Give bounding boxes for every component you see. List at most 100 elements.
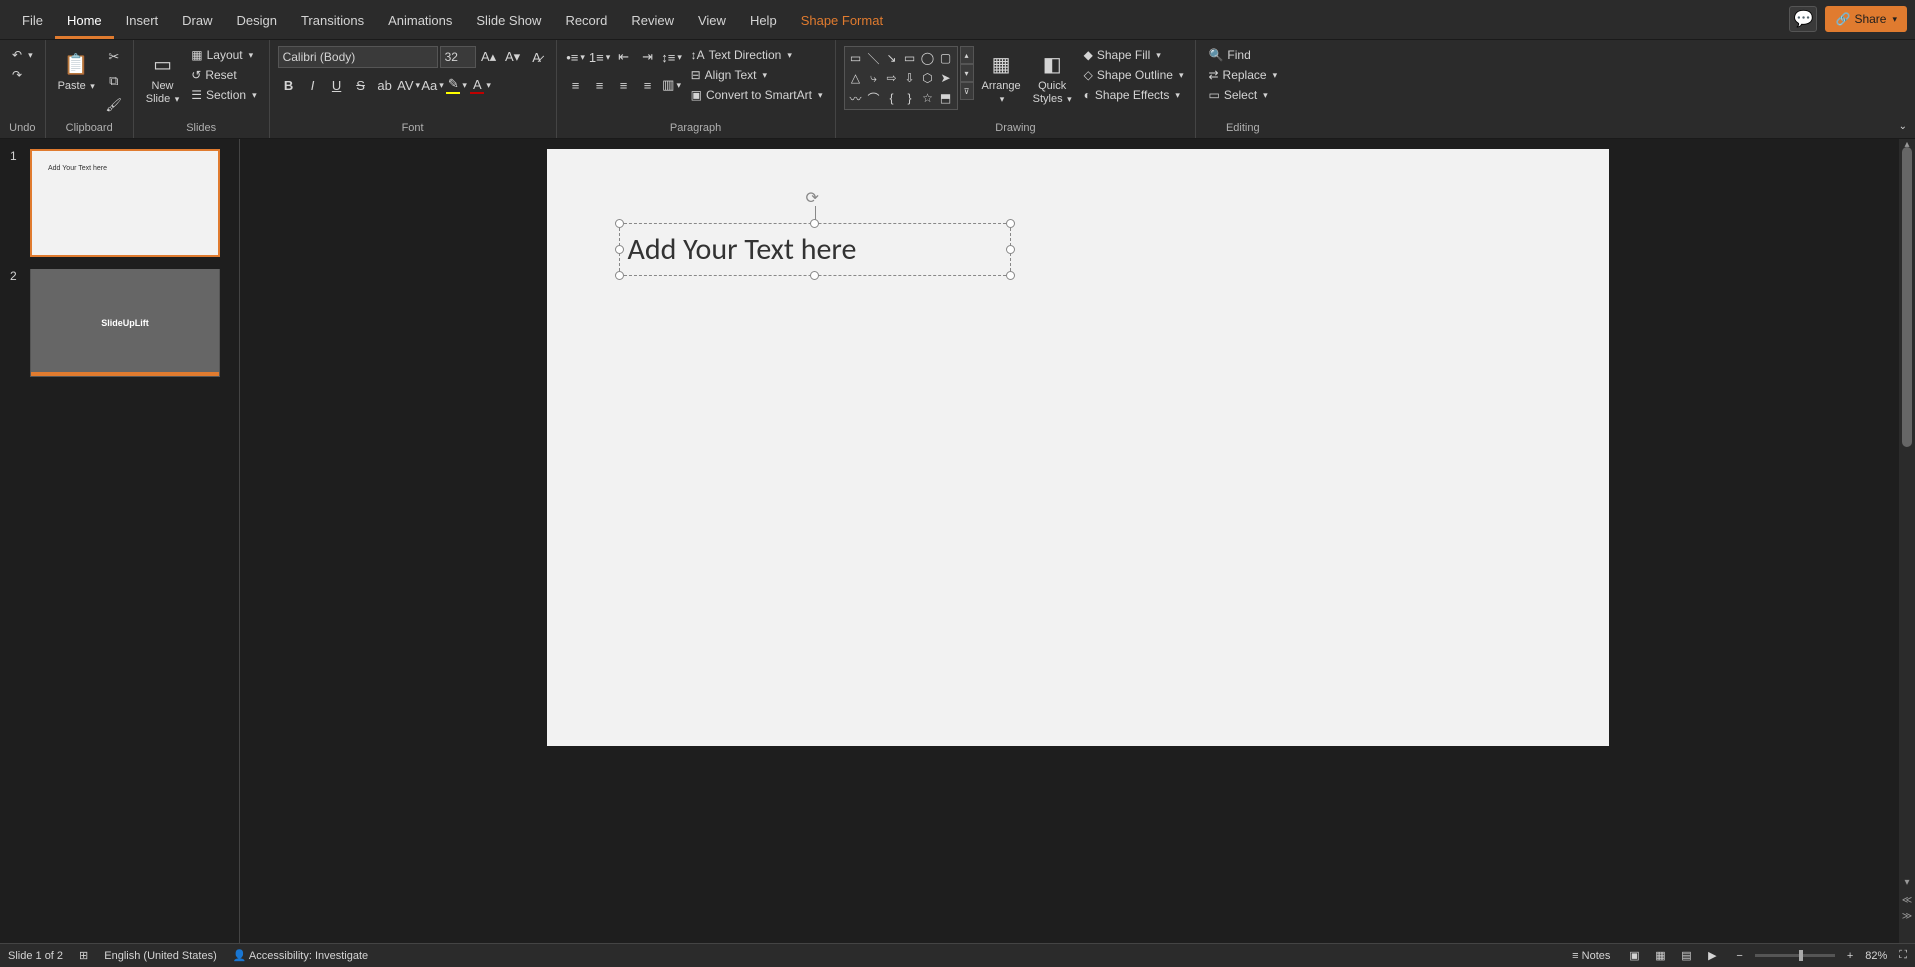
slideshow-view-button[interactable]: ▶ — [1700, 947, 1724, 965]
shape-rounded-rect[interactable]: ▢ — [937, 49, 955, 67]
thumb-preview-1[interactable]: Add Your Text here — [30, 149, 220, 257]
zoom-slider-thumb[interactable] — [1799, 950, 1803, 961]
undo-button[interactable]: ↶▾ — [8, 46, 37, 64]
redo-button[interactable]: ↷ — [8, 66, 37, 84]
numbering-button[interactable]: 1≡▾ — [589, 46, 611, 68]
next-slide[interactable]: ≫ — [1899, 911, 1915, 927]
ribbon-collapse-button[interactable]: ⌄ — [1899, 121, 1907, 132]
gallery-down[interactable]: ▾ — [960, 64, 974, 82]
copy-button[interactable]: ⧉ — [103, 70, 125, 92]
shape-oval[interactable]: ◯ — [919, 49, 937, 67]
align-right-button[interactable]: ≡ — [613, 74, 635, 96]
arrange-button[interactable]: ▦ Arrange▾ — [978, 46, 1025, 110]
tab-design[interactable]: Design — [225, 5, 289, 39]
new-slide-button[interactable]: ▭ New Slide ▾ — [142, 46, 184, 110]
reset-button[interactable]: ↺ Reset — [187, 66, 260, 84]
shape-fill-button[interactable]: ◆ Shape Fill ▾ — [1080, 46, 1188, 64]
language-status[interactable]: English (United States) — [104, 950, 217, 962]
align-text-button[interactable]: ⊟ Align Text ▾ — [687, 66, 827, 84]
line-spacing-button[interactable]: ↕≡▾ — [661, 46, 683, 68]
shape-callout[interactable]: ⬒ — [937, 89, 955, 107]
shape-arrow-right[interactable]: ⇨ — [883, 69, 901, 87]
scroll-thumb[interactable] — [1902, 147, 1912, 447]
paste-button[interactable]: 📋 Paste ▾ — [54, 46, 99, 97]
resize-handle-ml[interactable] — [615, 245, 624, 254]
shape-arrow-down[interactable]: ⇩ — [901, 69, 919, 87]
bold-button[interactable]: B — [278, 74, 300, 96]
thumb-preview-2[interactable]: SlideUpLift — [30, 269, 220, 377]
resize-handle-br[interactable] — [1006, 271, 1015, 280]
shape-freeform[interactable]: 〰 — [847, 89, 865, 107]
tab-home[interactable]: Home — [55, 5, 114, 39]
section-button[interactable]: ☰ Section ▾ — [187, 86, 260, 104]
shape-hexagon[interactable]: ⬡ — [919, 69, 937, 87]
shape-brace-left[interactable]: { — [883, 89, 901, 107]
tab-help[interactable]: Help — [738, 5, 789, 39]
font-name-select[interactable] — [278, 46, 438, 68]
thumbnail-1[interactable]: 1 Add Your Text here — [10, 149, 229, 257]
shapes-gallery[interactable]: ▭ ＼ ↘ ▭ ◯ ▢ △ ⤷ ⇨ ⇩ ⬡ ➤ — [844, 46, 958, 110]
font-size-select[interactable] — [440, 46, 476, 68]
clear-formatting-button[interactable]: A̷ — [526, 46, 548, 68]
underline-button[interactable]: U — [326, 74, 348, 96]
resize-handle-tl[interactable] — [615, 219, 624, 228]
shape-brace-right[interactable]: } — [901, 89, 919, 107]
align-left-button[interactable]: ≡ — [565, 74, 587, 96]
fit-to-window-button[interactable]: ⛶ — [1899, 949, 1907, 962]
textbox-content[interactable]: Add Your Text here — [628, 231, 857, 268]
share-button[interactable]: 🔗 Share ▾ — [1825, 6, 1907, 32]
vertical-scrollbar[interactable]: ▴ ▾ ≪ ≫ — [1899, 139, 1915, 943]
prev-slide[interactable]: ≪ — [1899, 895, 1915, 911]
tab-slideshow[interactable]: Slide Show — [464, 5, 553, 39]
cut-button[interactable]: ✂ — [103, 46, 125, 68]
format-painter-button[interactable]: 🖌 — [103, 94, 125, 116]
grow-font-button[interactable]: A▴ — [478, 46, 500, 68]
tab-shape-format[interactable]: Shape Format — [789, 5, 895, 39]
zoom-in-button[interactable]: + — [1847, 950, 1853, 962]
tab-view[interactable]: View — [686, 5, 738, 39]
align-center-button[interactable]: ≡ — [589, 74, 611, 96]
shape-line[interactable]: ＼ — [865, 49, 883, 67]
sorter-view-button[interactable]: ▦ — [1648, 947, 1672, 965]
tab-record[interactable]: Record — [553, 5, 619, 39]
reading-view-button[interactable]: ▤ — [1674, 947, 1698, 965]
columns-button[interactable]: ▥▾ — [661, 74, 683, 96]
shape-connector[interactable]: ⤷ — [865, 69, 883, 87]
text-box[interactable]: ⟳ Add Your Text here — [619, 223, 1011, 276]
tab-review[interactable]: Review — [619, 5, 686, 39]
shape-effects-button[interactable]: ◐ Shape Effects ▾ — [1080, 86, 1188, 104]
slide-counter[interactable]: Slide 1 of 2 — [8, 950, 63, 962]
tab-file[interactable]: File — [10, 5, 55, 39]
scroll-down[interactable]: ▾ — [1899, 877, 1915, 893]
quick-styles-button[interactable]: ◧ Quick Styles ▾ — [1029, 46, 1076, 110]
tab-animations[interactable]: Animations — [376, 5, 464, 39]
increase-indent-button[interactable]: ⇥ — [637, 46, 659, 68]
resize-handle-bm[interactable] — [810, 271, 819, 280]
normal-view-button[interactable]: ▣ — [1622, 947, 1646, 965]
resize-handle-bl[interactable] — [615, 271, 624, 280]
tab-draw[interactable]: Draw — [170, 5, 224, 39]
shape-rectangle[interactable]: ▭ — [901, 49, 919, 67]
gallery-more[interactable]: ⊽ — [960, 82, 974, 100]
find-button[interactable]: 🔍 Find — [1204, 46, 1281, 64]
tab-insert[interactable]: Insert — [114, 5, 171, 39]
shape-outline-button[interactable]: ◇ Shape Outline ▾ — [1080, 66, 1188, 84]
justify-button[interactable]: ≡ — [637, 74, 659, 96]
shape-text-box[interactable]: ▭ — [847, 49, 865, 67]
font-color-button[interactable]: A▾ — [470, 74, 492, 96]
resize-handle-mr[interactable] — [1006, 245, 1015, 254]
gallery-up[interactable]: ▴ — [960, 46, 974, 64]
convert-smartart-button[interactable]: ▣ Convert to SmartArt ▾ — [687, 86, 827, 104]
highlight-button[interactable]: ✎▾ — [446, 74, 468, 96]
shape-arrow-block[interactable]: ➤ — [937, 69, 955, 87]
change-case-button[interactable]: Aa▾ — [422, 74, 444, 96]
notes-button[interactable]: ≡ Notes — [1572, 950, 1610, 962]
rotate-handle[interactable]: ⟳ — [806, 188, 824, 206]
shape-triangle[interactable]: △ — [847, 69, 865, 87]
slide[interactable]: ⟳ Add Your Text here — [547, 149, 1609, 746]
bullets-button[interactable]: •≡▾ — [565, 46, 587, 68]
layout-button[interactable]: ▦ Layout ▾ — [187, 46, 260, 64]
comments-button[interactable]: 💬 — [1789, 6, 1817, 32]
zoom-out-button[interactable]: − — [1736, 950, 1742, 962]
shadow-button[interactable]: ab — [374, 74, 396, 96]
